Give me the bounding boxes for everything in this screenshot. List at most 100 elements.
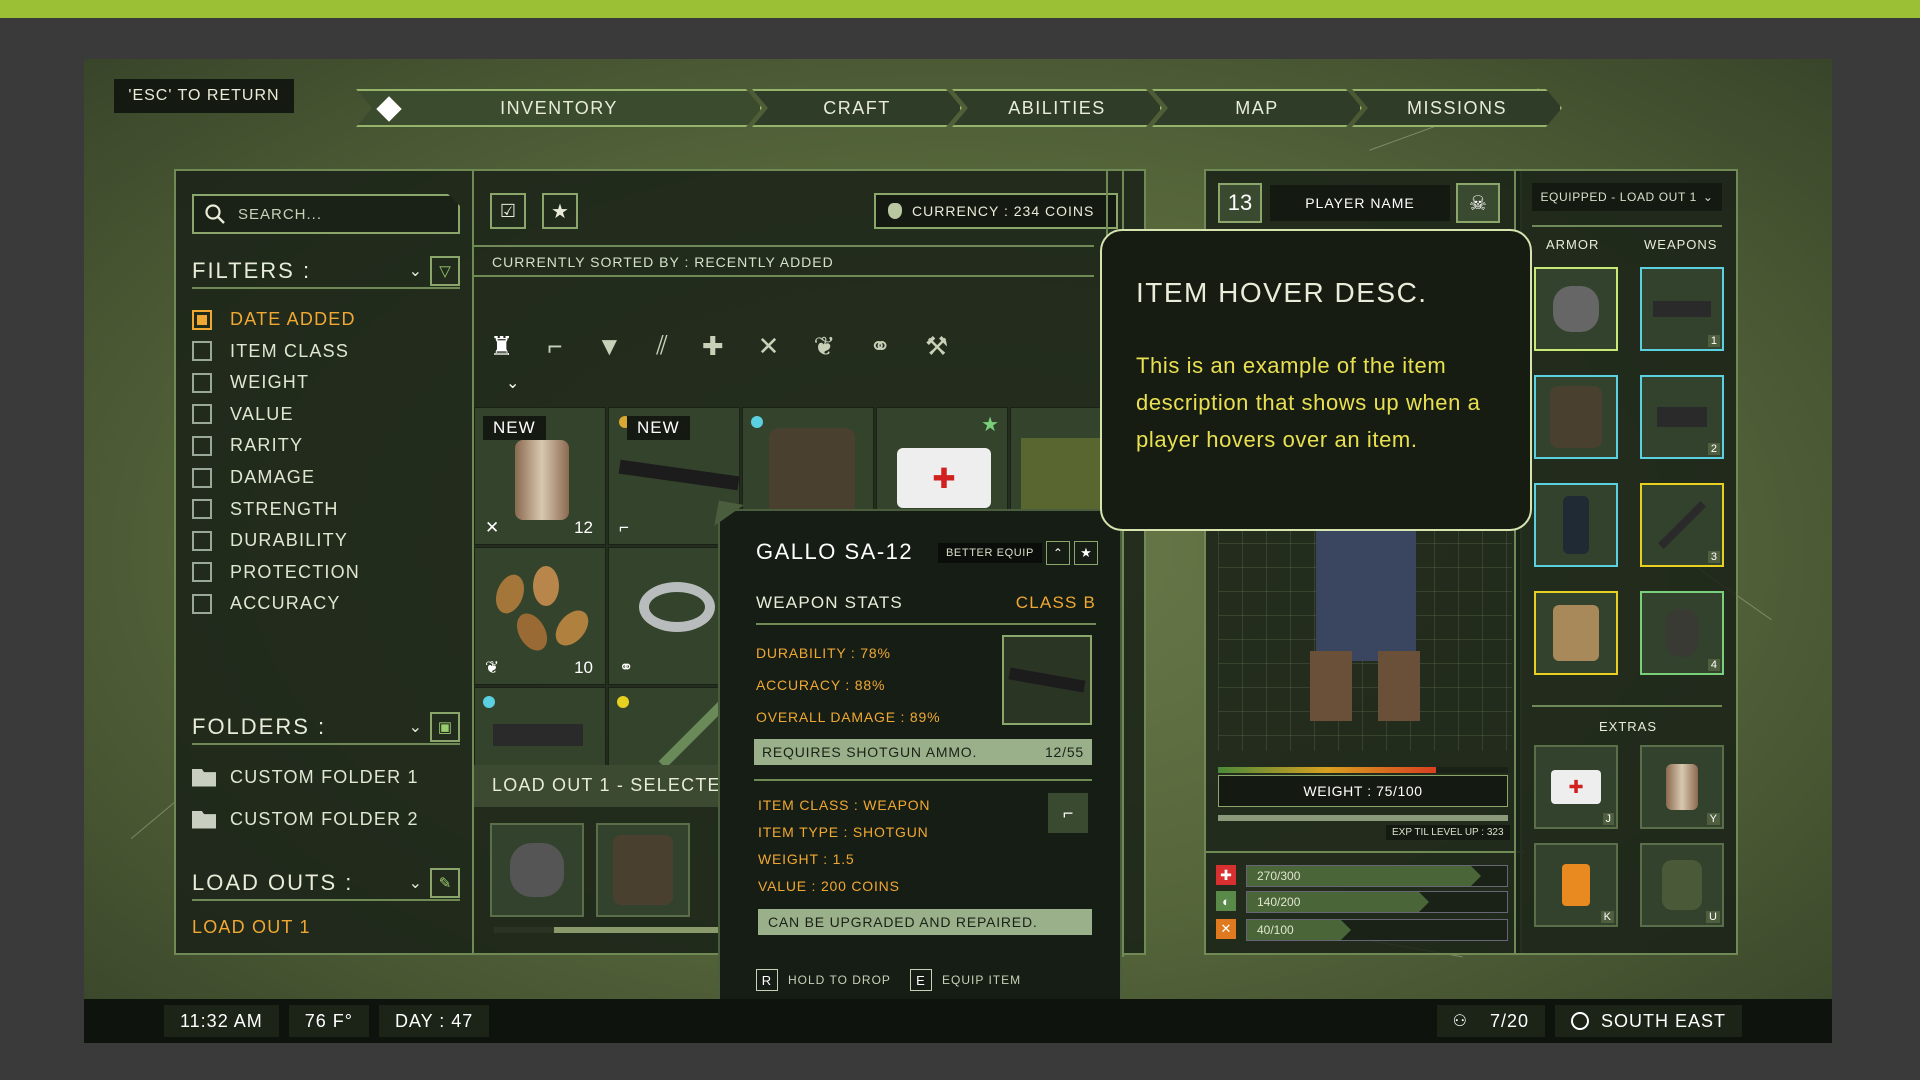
filter-option[interactable]: VALUE <box>192 404 294 425</box>
can-image <box>515 440 569 520</box>
character-boot <box>1310 651 1352 721</box>
stamina-icon: ◐ <box>1216 891 1236 911</box>
tab-map[interactable]: MAP <box>1152 89 1362 127</box>
drop-action[interactable]: R HOLD TO DROP <box>756 969 891 991</box>
filter-option[interactable]: PROTECTION <box>192 562 360 583</box>
plant-icon: ❦ <box>485 658 500 677</box>
weapon-slot-4[interactable]: 4 <box>1640 591 1724 675</box>
folder-item[interactable]: CUSTOM FOLDER 1 <box>192 767 419 788</box>
better-equip-label: BETTER EQUIP <box>938 543 1042 563</box>
loadout-dropdown[interactable]: EQUIPPED - LOAD OUT 1 ⌄ <box>1532 183 1722 211</box>
weight-fill <box>1218 767 1436 773</box>
filter-checkbox[interactable] <box>192 593 212 614</box>
tab-missions[interactable]: MISSIONS <box>1352 89 1562 127</box>
chevron-down-icon: ⌄ <box>1702 190 1714 204</box>
item-seeds[interactable]: ❦ 10 <box>474 547 606 685</box>
parts-category-icon[interactable]: ⚭ <box>869 331 891 362</box>
equip-action[interactable]: E EQUIP ITEM <box>910 969 1021 991</box>
search-input[interactable]: SEARCH... <box>192 194 460 234</box>
tab-craft[interactable]: CRAFT <box>752 89 962 127</box>
item-tin-can[interactable]: NEW ✕ 12 <box>474 407 606 545</box>
filter-label: STRENGTH <box>230 498 339 519</box>
chevron-down-icon[interactable]: ⌄ <box>409 717 422 737</box>
filter-checkbox[interactable] <box>192 499 212 520</box>
weapon-slot-3[interactable]: 3 <box>1640 483 1724 567</box>
armor-title: ARMOR <box>1546 237 1600 252</box>
filter-label: DATE ADDED <box>230 309 356 329</box>
filter-checkbox[interactable] <box>192 404 212 425</box>
armor-slot-boots[interactable] <box>1534 591 1618 675</box>
skull-icon[interactable]: ☠ <box>1456 183 1500 223</box>
chevron-down-icon[interactable]: ⌄ <box>409 873 422 893</box>
chevron-down-icon[interactable]: ⌄ <box>506 373 519 393</box>
favorite-star-icon[interactable]: ★ <box>1073 541 1098 565</box>
extra-slot-medkit[interactable]: ✚ J <box>1534 745 1618 829</box>
add-folder-icon[interactable]: ▣ <box>430 712 460 742</box>
filter-checkbox[interactable] <box>192 467 212 488</box>
filter-checkbox[interactable] <box>192 530 212 551</box>
scroll-thumb[interactable] <box>554 927 734 933</box>
extra-slot-pills[interactable]: K <box>1534 843 1618 927</box>
armor-slot-mask[interactable] <box>1534 267 1618 351</box>
weapon-slot-2[interactable]: 2 <box>1640 375 1724 459</box>
medical-category-icon[interactable]: ✚ <box>702 331 724 362</box>
filter-checkbox[interactable] <box>192 372 212 393</box>
tab-inventory[interactable]: INVENTORY <box>356 89 762 127</box>
loadout-item[interactable]: LOAD OUT 1 <box>192 917 311 938</box>
vest-image <box>1550 386 1602 448</box>
filter-option[interactable]: STRENGTH <box>192 499 339 520</box>
rarity-dot <box>751 416 763 428</box>
edit-pencil-icon[interactable]: ✎ <box>430 868 460 898</box>
pistol-category-icon[interactable]: ⌐ <box>547 331 562 362</box>
tab-abilities[interactable]: ABILITIES <box>952 89 1162 127</box>
folder-label: CUSTOM FOLDER 1 <box>230 767 419 787</box>
weapon-slot-1[interactable]: 1 <box>1640 267 1724 351</box>
loadout-slot-mask[interactable] <box>490 823 584 917</box>
stamina-bar: 140/200 <box>1246 891 1508 913</box>
select-checkbox-icon[interactable]: ☑ <box>490 193 526 229</box>
filter-option[interactable]: WEIGHT <box>192 372 309 393</box>
hammer-category-icon[interactable]: ⚒ <box>925 331 948 362</box>
filter-option[interactable]: ITEM CLASS <box>192 341 349 362</box>
upgrade-chevron-icon[interactable]: ⌃ <box>1045 541 1070 565</box>
upgrade-note: CAN BE UPGRADED AND REPAIRED. <box>758 909 1092 935</box>
armor-slot-vest[interactable] <box>1534 375 1618 459</box>
compass-direction: SOUTH EAST <box>1554 1005 1742 1037</box>
armor-slot-holster[interactable] <box>1534 483 1618 567</box>
knife-image <box>1657 500 1707 550</box>
item-pistol[interactable] <box>474 687 606 767</box>
vest-category-icon[interactable]: ▼ <box>597 331 623 362</box>
tools-category-icon[interactable]: ✕ <box>758 331 780 362</box>
loadout-slot-vest[interactable] <box>596 823 690 917</box>
filter-checkbox[interactable] <box>192 341 212 362</box>
filter-option[interactable]: ACCURACY <box>192 593 341 614</box>
extras-title: EXTRAS <box>1598 719 1657 734</box>
extra-slot-canteen[interactable]: U <box>1640 843 1724 927</box>
esc-return-button[interactable]: 'ESC' TO RETURN <box>114 79 294 113</box>
seed-image <box>533 566 559 606</box>
extra-slot-can[interactable]: Y <box>1640 745 1724 829</box>
filter-funnel-icon[interactable]: ▽ <box>430 256 460 286</box>
divider <box>1532 225 1722 227</box>
chevron-down-icon[interactable]: ⌄ <box>409 261 422 281</box>
filter-option[interactable]: RARITY <box>192 435 303 456</box>
backpack-category-icon[interactable]: ♜ <box>490 331 513 362</box>
grenade-image <box>1665 609 1699 657</box>
filter-option[interactable]: DATE ADDED <box>192 309 356 330</box>
ammo-category-icon[interactable]: ⫽ <box>656 330 668 362</box>
seed-image <box>490 570 530 618</box>
filter-option[interactable]: DAMAGE <box>192 467 315 488</box>
plant-category-icon[interactable]: ❦ <box>813 331 835 362</box>
filter-checkbox[interactable] <box>192 309 212 330</box>
filter-checkbox[interactable] <box>192 562 212 583</box>
filter-checkbox[interactable] <box>192 435 212 456</box>
folder-item[interactable]: CUSTOM FOLDER 2 <box>192 809 419 830</box>
folders-header: FOLDERS : ⌄ ▣ <box>192 711 460 745</box>
favorite-star-icon[interactable]: ★ <box>542 193 578 229</box>
seed-image <box>510 608 554 656</box>
slot-number: 2 <box>1707 443 1720 455</box>
filter-option[interactable]: DURABILITY <box>192 530 348 551</box>
hunger-icon: ✕ <box>1216 919 1236 939</box>
filter-label: ACCURACY <box>230 593 341 614</box>
day-display: DAY : 47 <box>378 1005 490 1037</box>
